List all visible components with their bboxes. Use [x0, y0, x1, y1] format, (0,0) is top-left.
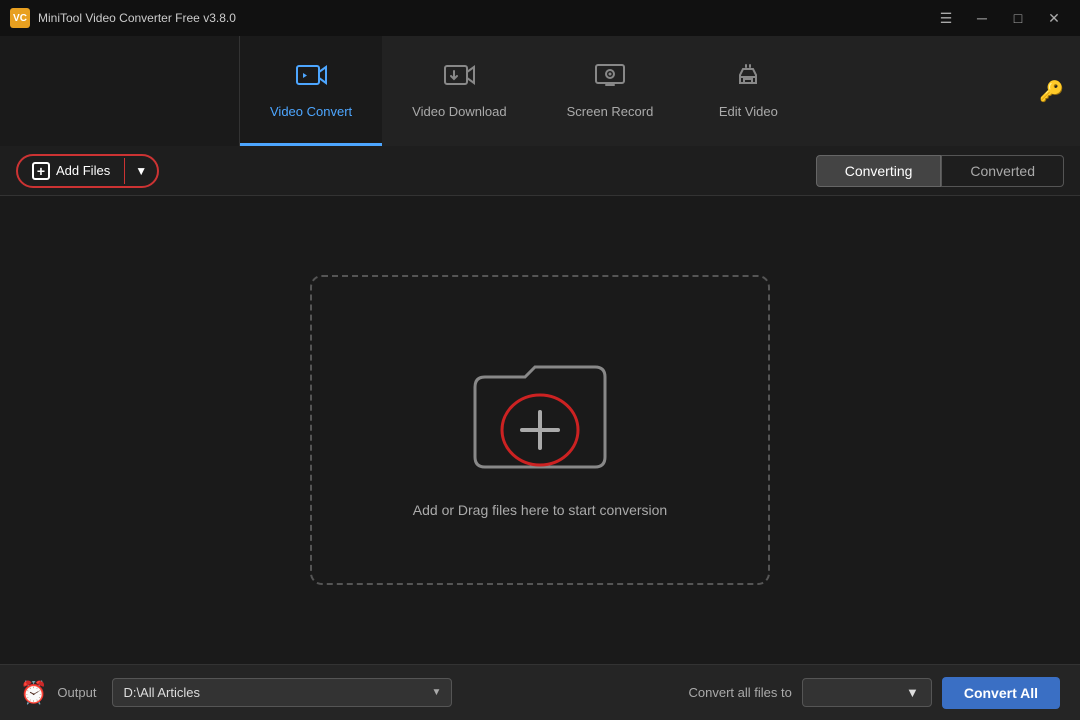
video-download-label: Video Download	[412, 104, 506, 119]
edit-video-label: Edit Video	[719, 104, 778, 119]
video-download-icon	[443, 61, 475, 96]
edit-video-icon	[732, 61, 764, 96]
drop-label: Add or Drag files here to start conversi…	[413, 502, 667, 518]
tab-converting[interactable]: Converting	[816, 155, 942, 187]
folder-icon	[455, 342, 625, 482]
menu-button[interactable]: ☰	[930, 6, 962, 30]
convert-format-select[interactable]: ▼	[802, 678, 932, 707]
add-files-dropdown[interactable]: ▼	[124, 158, 157, 184]
maximize-button[interactable]: □	[1002, 6, 1034, 30]
titlebar-controls: ☰ ─ □ ✕	[930, 6, 1070, 30]
nav-tab-screen-record[interactable]: Screen Record	[537, 36, 684, 146]
add-files-label: Add Files	[56, 163, 110, 178]
convert-files-to-label: Convert all files to	[689, 685, 792, 700]
nav-tabs: Video Convert Video Download	[240, 36, 1080, 146]
titlebar: VC MiniTool Video Converter Free v3.8.0 …	[0, 0, 1080, 36]
add-files-main[interactable]: + Add Files	[18, 156, 124, 186]
app-title: MiniTool Video Converter Free v3.8.0	[38, 11, 236, 25]
output-path-text: D:\All Articles	[123, 685, 431, 700]
nav-right: 🔑	[1039, 36, 1080, 146]
nav-tab-video-convert[interactable]: Video Convert	[240, 36, 382, 146]
minimize-button[interactable]: ─	[966, 6, 998, 30]
dropdown-arrow-icon: ▼	[135, 164, 147, 178]
toolbar: + Add Files ▼ Converting Converted	[0, 146, 1080, 196]
key-icon[interactable]: 🔑	[1039, 79, 1064, 104]
format-select-arrow-icon: ▼	[906, 685, 919, 700]
nav-tab-edit-video[interactable]: Edit Video	[683, 36, 813, 146]
add-files-button[interactable]: + Add Files ▼	[16, 154, 159, 188]
nav-tab-video-download[interactable]: Video Download	[382, 36, 536, 146]
output-path-select[interactable]: D:\All Articles ▼	[112, 678, 452, 707]
main-content: Add or Drag files here to start conversi…	[0, 196, 1080, 664]
navbar: Video Convert Video Download	[0, 36, 1080, 146]
add-files-plus-icon: +	[32, 162, 50, 180]
convert-all-button[interactable]: Convert All	[942, 677, 1060, 709]
statusbar: ⏰ Output D:\All Articles ▼ Convert all f…	[0, 664, 1080, 720]
drop-zone[interactable]: Add or Drag files here to start conversi…	[310, 275, 770, 585]
video-convert-label: Video Convert	[270, 104, 352, 119]
clock-icon: ⏰	[20, 680, 47, 706]
convert-all-section: Convert all files to ▼ Convert All	[689, 677, 1060, 709]
output-path-arrow-icon: ▼	[432, 687, 442, 698]
nav-spacer	[0, 36, 240, 146]
output-label: Output	[57, 685, 96, 700]
screen-record-label: Screen Record	[567, 104, 654, 119]
tab-converted[interactable]: Converted	[941, 155, 1064, 187]
video-convert-icon	[295, 61, 327, 96]
tabs-container: Converting Converted	[816, 155, 1064, 187]
screen-record-icon	[594, 61, 626, 96]
close-button[interactable]: ✕	[1038, 6, 1070, 30]
titlebar-left: VC MiniTool Video Converter Free v3.8.0	[10, 8, 236, 28]
app-logo: VC	[10, 8, 30, 28]
